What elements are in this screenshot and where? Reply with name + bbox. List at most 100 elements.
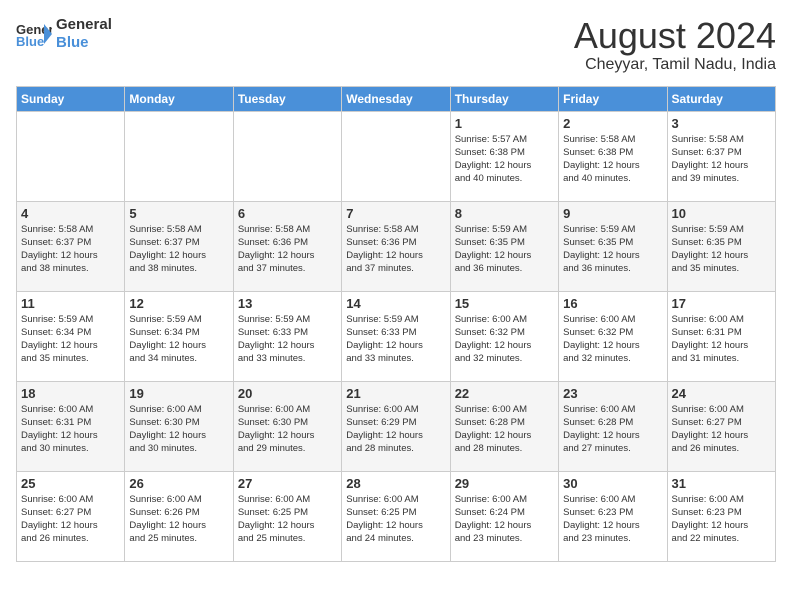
day-number: 17 [672,296,771,311]
day-info: Sunrise: 6:00 AM Sunset: 6:24 PM Dayligh… [455,493,554,546]
calendar-cell: 7 Sunrise: 5:58 AM Sunset: 6:36 PM Daylig… [342,201,450,291]
day-info: Sunrise: 6:00 AM Sunset: 6:32 PM Dayligh… [455,313,554,366]
calendar-body: 1 Sunrise: 5:57 AM Sunset: 6:38 PM Daylig… [17,111,776,561]
day-header-tuesday: Tuesday [233,86,341,111]
calendar-cell: 8 Sunrise: 5:59 AM Sunset: 6:35 PM Daylig… [450,201,558,291]
calendar-cell: 18Sunrise: 6:00 AM Sunset: 6:31 PM Dayli… [17,381,125,471]
day-info: Sunrise: 5:59 AM Sunset: 6:35 PM Dayligh… [455,223,554,276]
day-header-thursday: Thursday [450,86,558,111]
calendar-cell: 11 Sunrise: 5:59 AM Sunset: 6:34 PM Dayli… [17,291,125,381]
day-info: Sunrise: 5:59 AM Sunset: 6:33 PM Dayligh… [238,313,337,366]
day-info: Sunrise: 5:59 AM Sunset: 6:33 PM Dayligh… [346,313,445,366]
calendar-cell: 12 Sunrise: 5:59 AM Sunset: 6:34 PM Dayli… [125,291,233,381]
day-info: Sunrise: 6:00 AM Sunset: 6:23 PM Dayligh… [563,493,662,546]
day-number: 23 [563,386,662,401]
day-number: 28 [346,476,445,491]
calendar-cell: 26Sunrise: 6:00 AM Sunset: 6:26 PM Dayli… [125,471,233,561]
calendar-week-3: 11 Sunrise: 5:59 AM Sunset: 6:34 PM Dayli… [17,291,776,381]
calendar-cell: 14Sunrise: 5:59 AM Sunset: 6:33 PM Dayli… [342,291,450,381]
day-info: Sunrise: 6:00 AM Sunset: 6:31 PM Dayligh… [672,313,771,366]
calendar-title: August 2024 [574,16,776,56]
day-info: Sunrise: 5:58 AM Sunset: 6:37 PM Dayligh… [129,223,228,276]
day-info: Sunrise: 5:57 AM Sunset: 6:38 PM Dayligh… [455,133,554,186]
day-number: 8 [455,206,554,221]
day-number: 1 [455,116,554,131]
day-info: Sunrise: 6:00 AM Sunset: 6:26 PM Dayligh… [129,493,228,546]
calendar-cell: 31 Sunrise: 6:00 AM Sunset: 6:23 PM Dayli… [667,471,775,561]
day-info: Sunrise: 5:58 AM Sunset: 6:36 PM Dayligh… [346,223,445,276]
calendar-cell: 24 Sunrise: 6:00 AM Sunset: 6:27 PM Dayli… [667,381,775,471]
day-info: Sunrise: 5:59 AM Sunset: 6:35 PM Dayligh… [672,223,771,276]
calendar-cell: 23 Sunrise: 6:00 AM Sunset: 6:28 PM Dayli… [559,381,667,471]
day-number: 9 [563,206,662,221]
calendar-cell [342,111,450,201]
calendar-cell: 27Sunrise: 6:00 AM Sunset: 6:25 PM Dayli… [233,471,341,561]
day-number: 19 [129,386,228,401]
calendar-cell: 6 Sunrise: 5:58 AM Sunset: 6:36 PM Daylig… [233,201,341,291]
day-number: 31 [672,476,771,491]
day-header-saturday: Saturday [667,86,775,111]
calendar-cell: 15 Sunrise: 6:00 AM Sunset: 6:32 PM Dayli… [450,291,558,381]
day-header-friday: Friday [559,86,667,111]
day-number: 6 [238,206,337,221]
day-info: Sunrise: 6:00 AM Sunset: 6:27 PM Dayligh… [21,493,120,546]
day-info: Sunrise: 6:00 AM Sunset: 6:30 PM Dayligh… [129,403,228,456]
calendar-subtitle: Cheyyar, Tamil Nadu, India [574,56,776,74]
calendar-cell [125,111,233,201]
day-info: Sunrise: 5:59 AM Sunset: 6:34 PM Dayligh… [129,313,228,366]
calendar-cell: 13 Sunrise: 5:59 AM Sunset: 6:33 PM Dayli… [233,291,341,381]
day-number: 4 [21,206,120,221]
day-info: Sunrise: 5:59 AM Sunset: 6:34 PM Dayligh… [21,313,120,366]
logo-line1: General [56,16,112,34]
day-number: 12 [129,296,228,311]
day-info: Sunrise: 5:58 AM Sunset: 6:38 PM Dayligh… [563,133,662,186]
day-info: Sunrise: 6:00 AM Sunset: 6:27 PM Dayligh… [672,403,771,456]
calendar-week-2: 4 Sunrise: 5:58 AM Sunset: 6:37 PM Daylig… [17,201,776,291]
day-number: 15 [455,296,554,311]
logo-line2: Blue [56,34,112,52]
logo: General Blue General Blue [16,16,112,52]
day-info: Sunrise: 5:58 AM Sunset: 6:37 PM Dayligh… [21,223,120,276]
calendar-week-1: 1 Sunrise: 5:57 AM Sunset: 6:38 PM Daylig… [17,111,776,201]
day-number: 21 [346,386,445,401]
calendar-header: SundayMondayTuesdayWednesdayThursdayFrid… [17,86,776,111]
day-number: 13 [238,296,337,311]
day-info: Sunrise: 6:00 AM Sunset: 6:23 PM Dayligh… [672,493,771,546]
calendar-cell: 21 Sunrise: 6:00 AM Sunset: 6:29 PM Dayli… [342,381,450,471]
calendar-cell [17,111,125,201]
day-header-sunday: Sunday [17,86,125,111]
day-info: Sunrise: 6:00 AM Sunset: 6:25 PM Dayligh… [346,493,445,546]
day-info: Sunrise: 5:58 AM Sunset: 6:37 PM Dayligh… [672,133,771,186]
day-info: Sunrise: 6:00 AM Sunset: 6:28 PM Dayligh… [455,403,554,456]
day-number: 5 [129,206,228,221]
day-number: 2 [563,116,662,131]
day-info: Sunrise: 6:00 AM Sunset: 6:28 PM Dayligh… [563,403,662,456]
calendar-cell: 1 Sunrise: 5:57 AM Sunset: 6:38 PM Daylig… [450,111,558,201]
svg-text:Blue: Blue [16,34,44,48]
day-number: 22 [455,386,554,401]
calendar-cell: 29 Sunrise: 6:00 AM Sunset: 6:24 PM Dayli… [450,471,558,561]
day-number: 7 [346,206,445,221]
day-info: Sunrise: 6:00 AM Sunset: 6:25 PM Dayligh… [238,493,337,546]
day-number: 29 [455,476,554,491]
day-header-wednesday: Wednesday [342,86,450,111]
calendar-table: SundayMondayTuesdayWednesdayThursdayFrid… [16,86,776,562]
calendar-week-4: 18Sunrise: 6:00 AM Sunset: 6:31 PM Dayli… [17,381,776,471]
calendar-cell: 22 Sunrise: 6:00 AM Sunset: 6:28 PM Dayli… [450,381,558,471]
day-info: Sunrise: 6:00 AM Sunset: 6:29 PM Dayligh… [346,403,445,456]
day-number: 20 [238,386,337,401]
calendar-cell: 3Sunrise: 5:58 AM Sunset: 6:37 PM Daylig… [667,111,775,201]
day-number: 11 [21,296,120,311]
day-number: 18 [21,386,120,401]
calendar-cell: 17 Sunrise: 6:00 AM Sunset: 6:31 PM Dayli… [667,291,775,381]
day-number: 24 [672,386,771,401]
day-info: Sunrise: 5:58 AM Sunset: 6:36 PM Dayligh… [238,223,337,276]
logo-icon: General Blue [16,20,52,48]
day-number: 16 [563,296,662,311]
calendar-cell: 19 Sunrise: 6:00 AM Sunset: 6:30 PM Dayli… [125,381,233,471]
calendar-cell: 5 Sunrise: 5:58 AM Sunset: 6:37 PM Daylig… [125,201,233,291]
day-number: 10 [672,206,771,221]
day-header-monday: Monday [125,86,233,111]
day-number: 25 [21,476,120,491]
calendar-cell: 20Sunrise: 6:00 AM Sunset: 6:30 PM Dayli… [233,381,341,471]
